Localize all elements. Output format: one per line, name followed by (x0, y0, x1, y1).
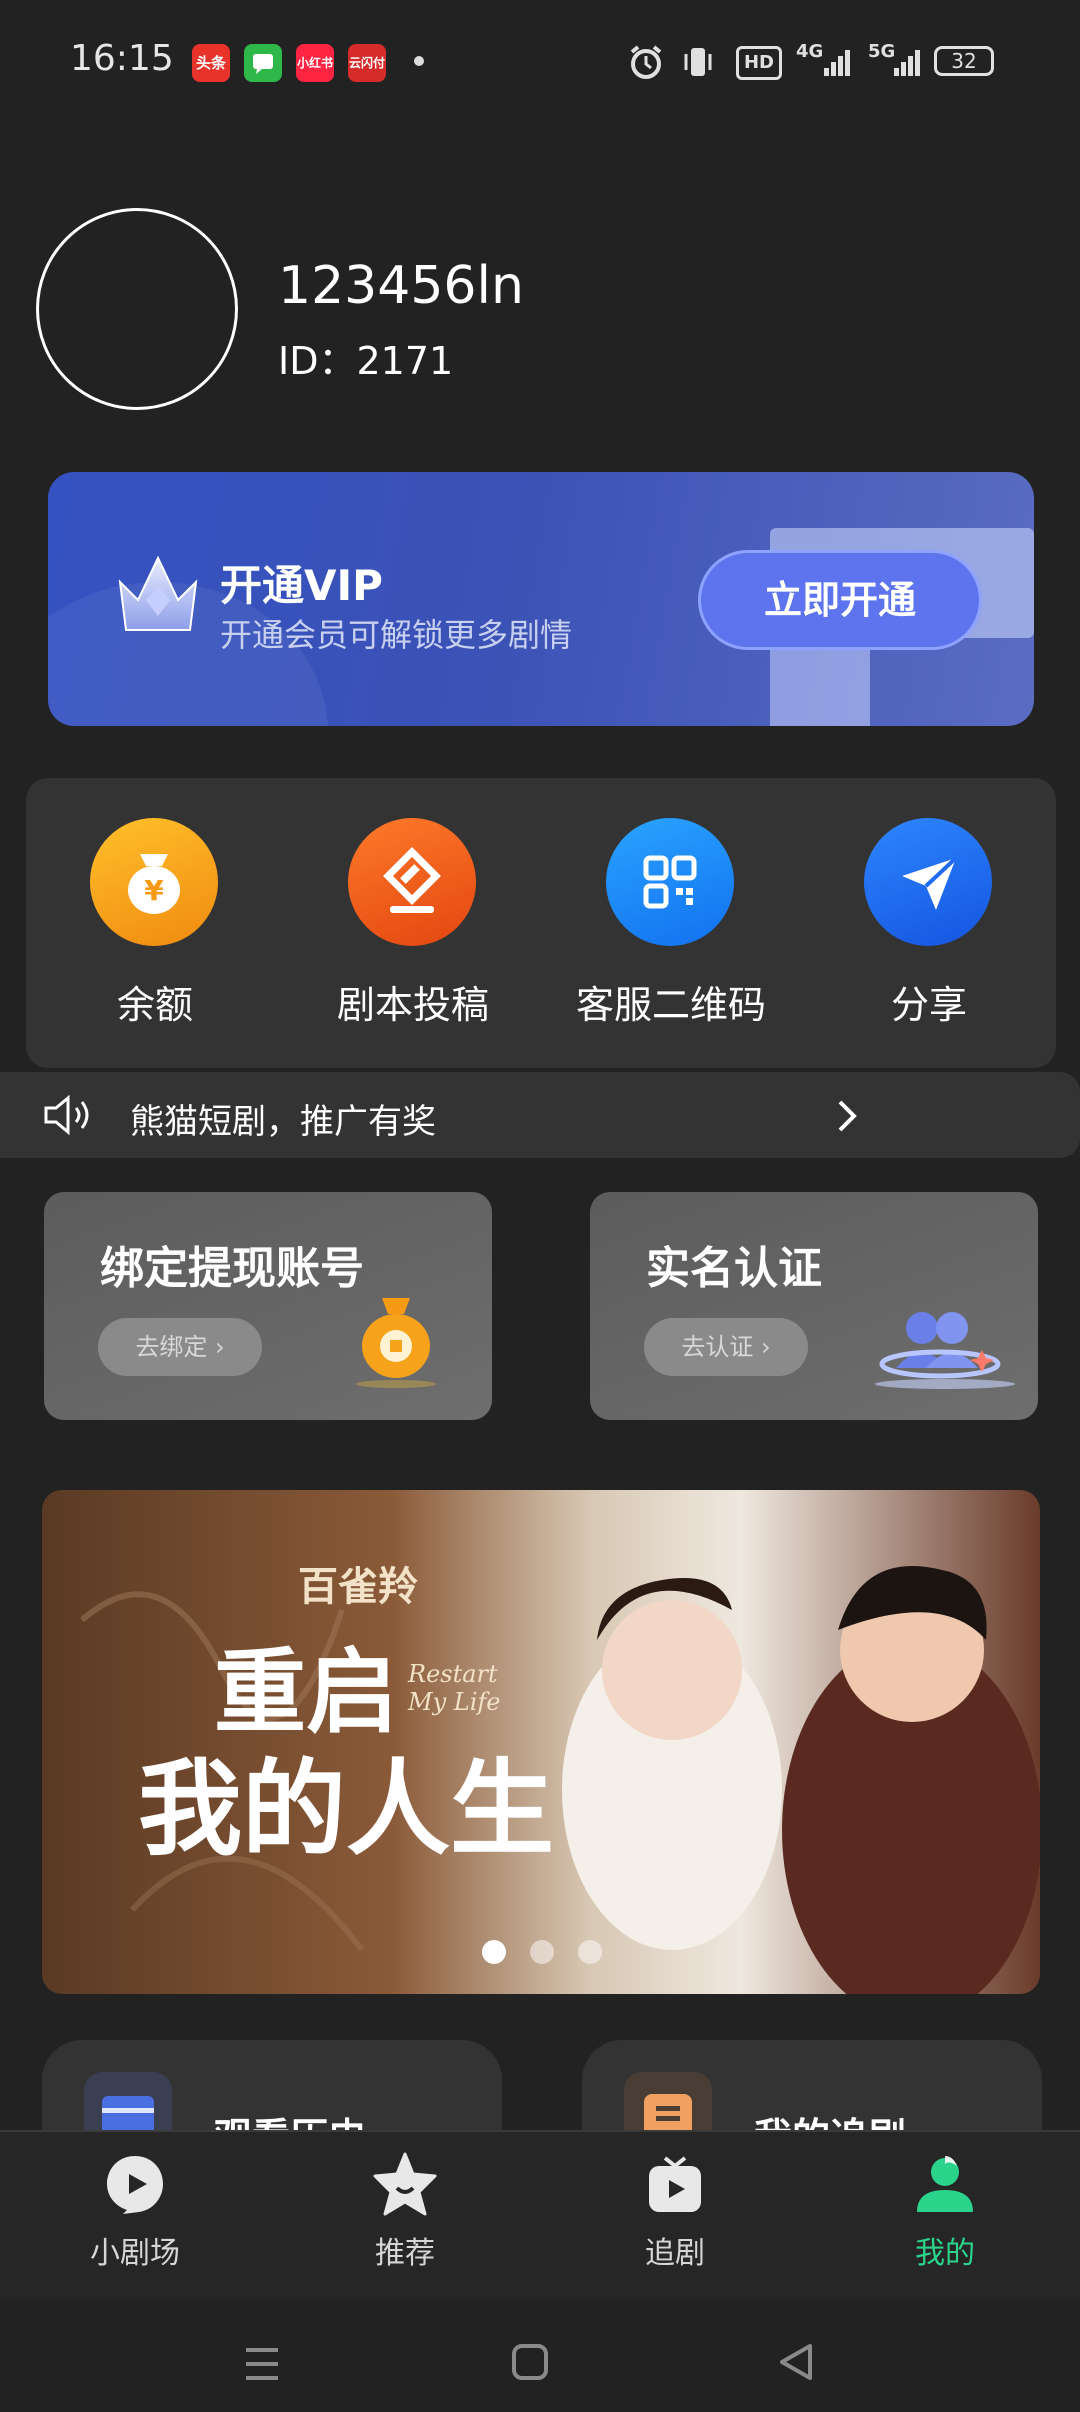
crown-icon (110, 546, 206, 646)
more-notifications-dot (414, 56, 424, 66)
bind-button-label: 去绑定 (135, 1333, 208, 1361)
system-nav-bar (0, 2300, 1080, 2412)
promo-banner[interactable]: 百雀羚 重启 我的人生 Restart My Life (42, 1490, 1040, 1994)
grid-label: 剧本投稿 (336, 983, 489, 1027)
bind-withdraw-account-card[interactable]: 绑定提现账号 去绑定 › (44, 1192, 492, 1420)
bottom-tab-bar: 小剧场 推荐 追剧 我的 (0, 2130, 1080, 2302)
tab-following[interactable]: 追剧 (540, 2132, 810, 2302)
verify-button[interactable]: 去认证 › (644, 1318, 808, 1376)
carousel-dot[interactable] (530, 1940, 554, 1964)
tab-label: 推荐 (375, 2236, 435, 2271)
coin-bag-icon (352, 1288, 442, 1392)
tab-recommend[interactable]: 推荐 (270, 2132, 540, 2302)
banner-brand: 百雀羚 (298, 1563, 418, 1610)
app-notification-icon (244, 44, 282, 82)
alarm-icon (628, 42, 664, 82)
vip-open-button[interactable]: 立即开通 (698, 550, 982, 650)
menu-nav-icon[interactable] (242, 2344, 282, 2388)
grid-item-customer-service-qr[interactable]: 客服二维码 (542, 778, 800, 1068)
qr-code-icon (606, 818, 734, 946)
speaker-icon (40, 1090, 96, 1144)
users-verify-icon (870, 1302, 1020, 1396)
grid-item-share[interactable]: 分享 (800, 778, 1058, 1068)
carousel-dot-active[interactable] (482, 1940, 506, 1964)
banner-english-title: Restart My Life (408, 1660, 501, 1716)
tab-theater[interactable]: 小剧场 (0, 2132, 270, 2302)
bind-button[interactable]: 去绑定 › (98, 1318, 262, 1376)
grid-item-script-submit[interactable]: 剧本投稿 (284, 778, 542, 1068)
battery-icon: 32 (934, 46, 994, 76)
svg-text:¥: ¥ (144, 874, 164, 907)
home-nav-icon[interactable] (510, 2342, 550, 2386)
app-notification-icon: 头条 (192, 44, 230, 82)
tab-label: 小剧场 (90, 2236, 180, 2271)
function-grid: ¥ 余额 剧本投稿 客服二维码 分享 (26, 778, 1056, 1068)
watch-history-card[interactable]: 观看历史 (42, 2040, 502, 2140)
grid-label: 分享 (890, 983, 967, 1027)
app-notification-icon: 云闪付 (348, 44, 386, 82)
theater-icon (103, 2152, 167, 2216)
real-name-verification-card[interactable]: 实名认证 去认证 › (590, 1192, 1038, 1420)
star-icon (373, 2152, 437, 2216)
chevron-right-icon (832, 1096, 862, 1140)
verify-button-label: 去认证 (681, 1333, 754, 1361)
vip-subtitle: 开通会员可解锁更多剧情 (220, 616, 573, 654)
card-title: 绑定提现账号 (100, 1243, 364, 1294)
notice-bar[interactable]: 熊猫短剧，推广有奖 (0, 1072, 1080, 1158)
tab-mine[interactable]: 我的 (810, 2132, 1080, 2302)
status-bar: 16:15 头条 小红书 云闪付 HD 4G 5G 32 (0, 0, 1080, 124)
script-submit-icon (348, 818, 476, 946)
notice-text: 熊猫短剧，推广有奖 (130, 1102, 436, 1142)
tv-icon (643, 2152, 707, 2216)
status-time: 16:15 (70, 38, 174, 79)
card-title: 实名认证 (646, 1243, 822, 1294)
share-icon (864, 818, 992, 946)
avatar[interactable] (36, 208, 238, 410)
carousel-dot[interactable] (578, 1940, 602, 1964)
tab-label: 我的 (915, 2236, 975, 2271)
vip-banner[interactable]: 开通VIP 开通会员可解锁更多剧情 立即开通 (48, 472, 1034, 726)
my-following-card[interactable]: 我的追剧 (582, 2040, 1042, 2140)
vip-title: 开通VIP (220, 561, 383, 610)
user-id: ID：2171 (278, 339, 454, 383)
hd-icon: HD (736, 46, 782, 80)
username: 123456ln (278, 256, 524, 316)
grid-label: 余额 (116, 983, 193, 1027)
grid-label: 客服二维码 (575, 983, 766, 1027)
vibrate-icon (680, 42, 716, 82)
grid-item-balance[interactable]: ¥ 余额 (26, 778, 284, 1068)
banner-title-line2: 我的人生 (138, 1747, 555, 1870)
app-notification-icon: 小红书 (296, 44, 334, 82)
back-nav-icon[interactable] (776, 2342, 816, 2386)
money-bag-icon: ¥ (90, 818, 218, 946)
profile-icon (913, 2152, 977, 2216)
tab-label: 追剧 (645, 2236, 705, 2271)
